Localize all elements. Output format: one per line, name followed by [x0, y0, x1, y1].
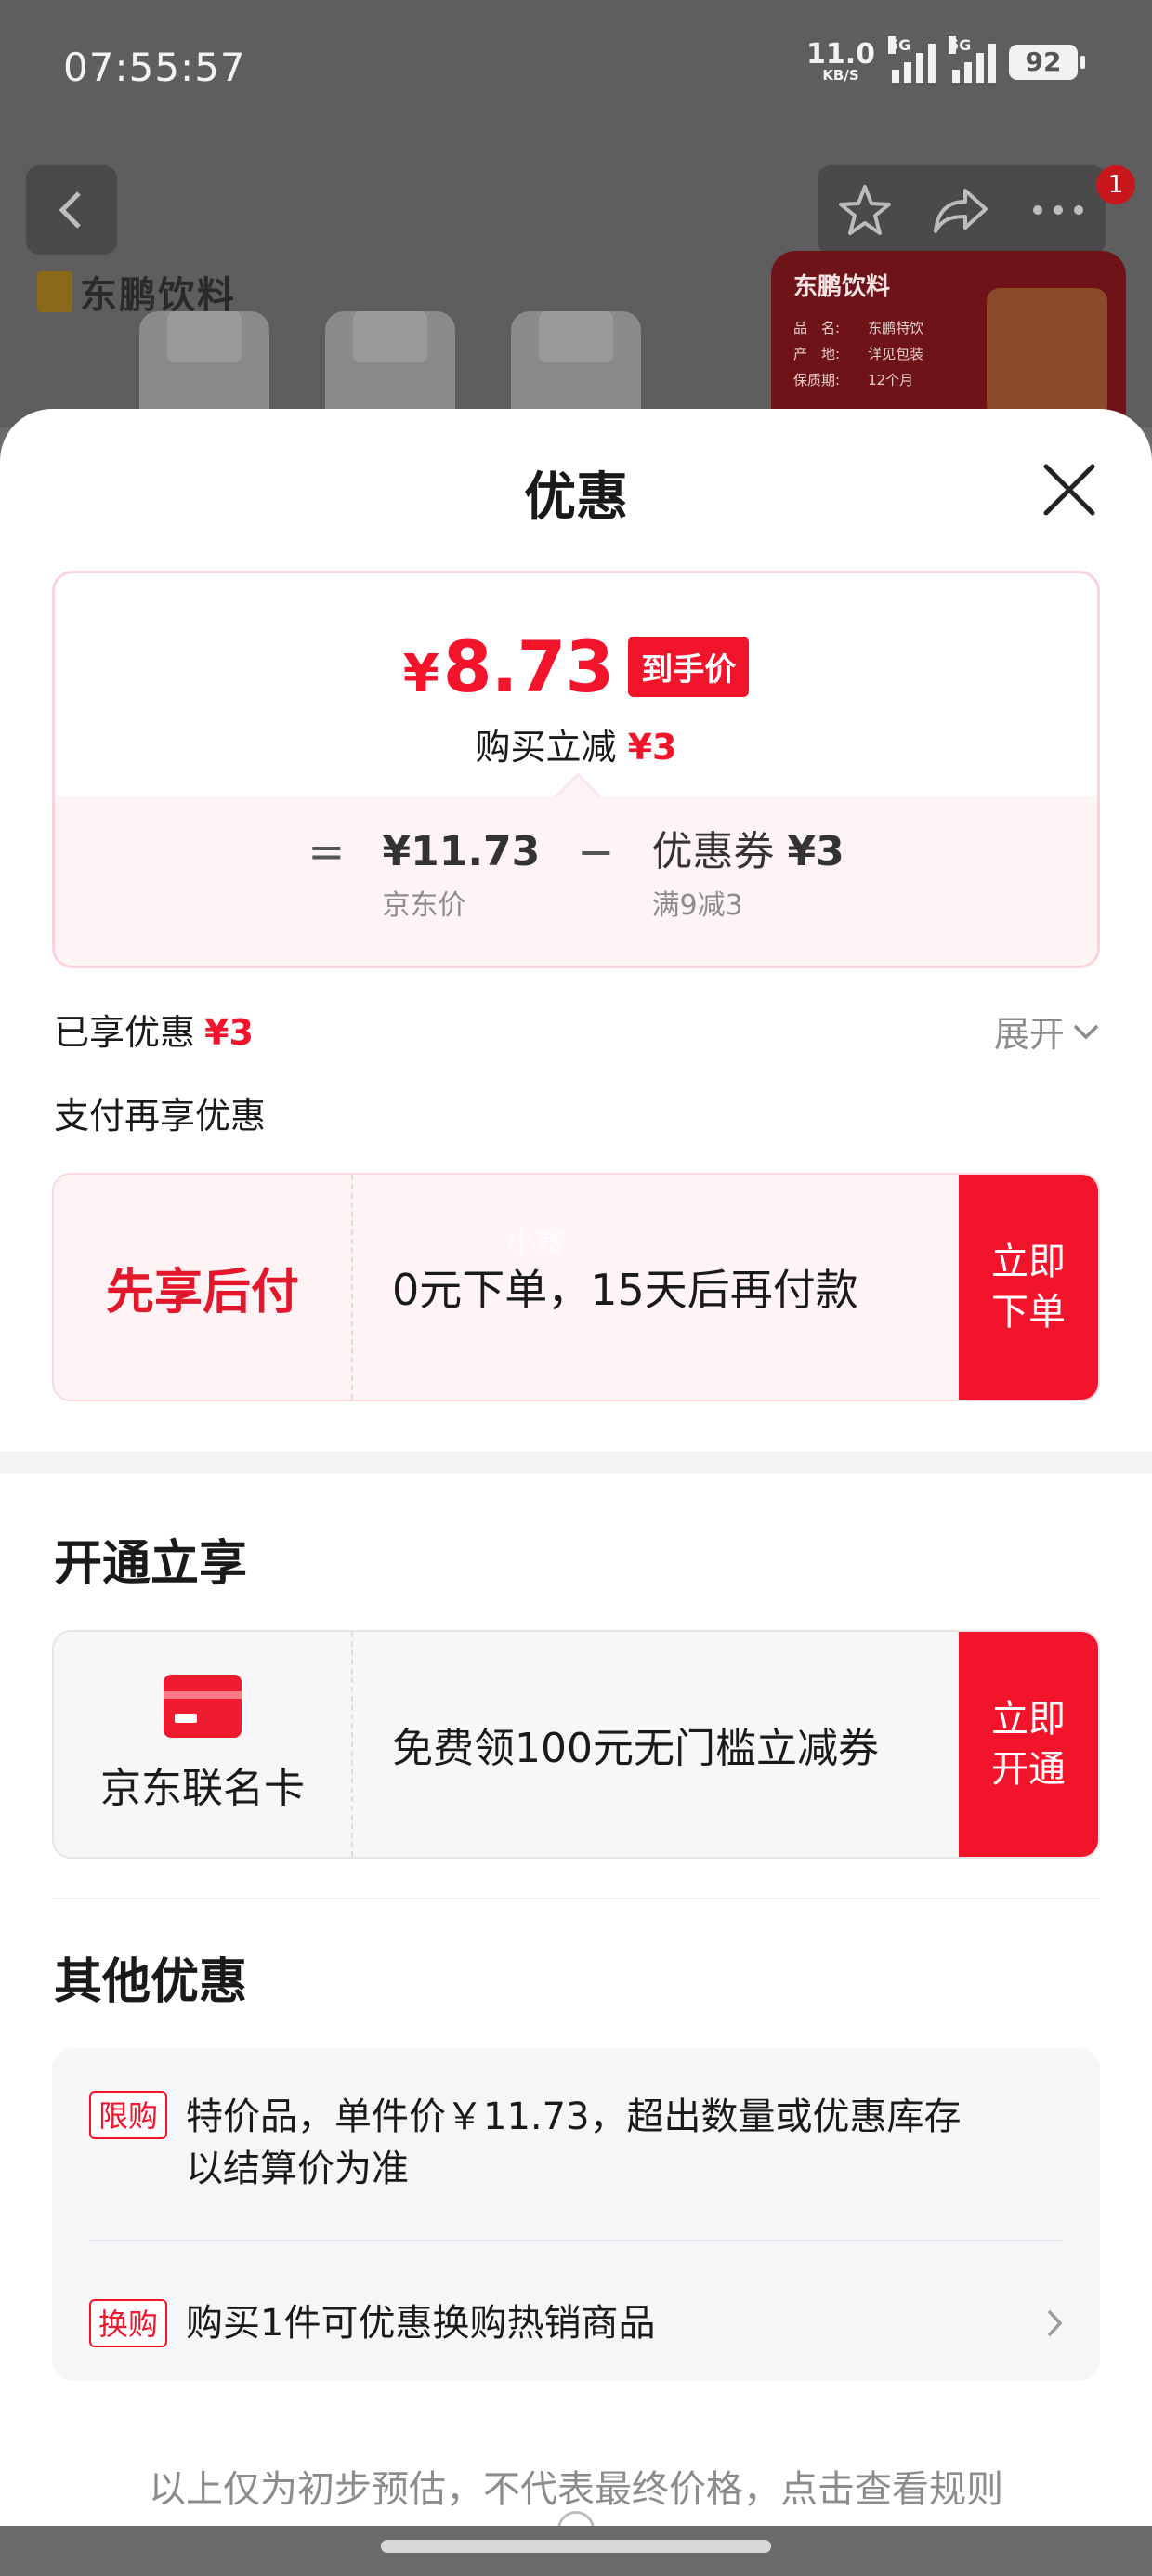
minus-sign: − [577, 826, 615, 878]
equals-sign: = [308, 826, 346, 878]
chevron-right-icon [1047, 2309, 1063, 2337]
status-bar: 07:55:57 11.0 KB/S 5G 5G 92 [0, 0, 1152, 139]
sheet-title: 优惠 [524, 467, 628, 528]
back-button[interactable] [26, 165, 117, 255]
star-icon[interactable] [837, 183, 893, 237]
nav-actions [818, 165, 1106, 255]
trade-in-tag: 换购 [89, 2299, 168, 2347]
home-indicator[interactable] [381, 2540, 771, 2553]
price-breakdown: = ¥11.73 京东价 − 优惠券 ¥3 满9减3 [55, 772, 1097, 966]
final-price-box: ¥ 8.73 到手价 购买立减 ¥3 = ¥11.73 京东价 − 优惠券 ¥3… [52, 571, 1100, 968]
final-price-tag: 到手价 [628, 637, 750, 697]
open-section-title: 开通立享 [54, 1536, 248, 1592]
coupon-discount: 优惠券 ¥3 满9减3 [651, 828, 844, 922]
pay-more-label: 支付再享优惠 [54, 1096, 267, 1137]
order-now-button[interactable]: 立即 下单 [959, 1175, 1098, 1400]
status-time: 07:55:57 [63, 45, 246, 90]
cobrand-card-offer[interactable]: 京东联名卡 免费领100元无门槛立减券 立即 开通 [52, 1630, 1100, 1859]
brand-mark-icon [37, 271, 72, 312]
instant-discount: 购买立减 ¥3 [475, 727, 677, 768]
card-name: 京东联名卡 [100, 1765, 305, 1812]
currency-symbol: ¥ [402, 644, 439, 704]
jd-price: ¥11.73 京东价 [382, 828, 541, 922]
status-icons: 11.0 KB/S 5G 5G 92 [805, 35, 1085, 84]
activate-now-button[interactable]: 立即 开通 [959, 1632, 1098, 1857]
buy-now-pay-later-card[interactable]: 先享后付 0元下单，15天后再付款 立即 下单 [52, 1173, 1100, 1401]
other-section-title: 其他优惠 [54, 1954, 248, 2010]
credit-card-icon [164, 1675, 242, 1738]
battery-icon: 92 [1009, 44, 1085, 80]
bottle-image [987, 288, 1107, 418]
notification-badge: 1 [1096, 165, 1135, 204]
purchase-limit-tag: 限购 [89, 2091, 168, 2139]
expand-button[interactable]: 展开 [994, 1005, 1100, 1057]
enjoyed-discount: 已享优惠 ¥3 [54, 1012, 254, 1053]
network-speed: 11.0 KB/S [805, 38, 875, 84]
bnpl-title: 先享后付 [54, 1175, 353, 1400]
more-icon[interactable] [1030, 204, 1086, 217]
signal-icon: 5G [888, 35, 936, 83]
share-icon[interactable] [932, 185, 991, 235]
other-discounts: 限购 特价品，单件价￥11.73，超出数量或优惠库存 以结算价为准 换购 购买1… [52, 2048, 1100, 2381]
rules-link[interactable]: 以上仅为初步预估，不代表最终价格，点击查看规则 [0, 2459, 1152, 2513]
background-product-page: 07:55:57 11.0 KB/S 5G 5G 92 1 东鹏饮料 东鹏饮料 … [0, 0, 1152, 437]
card-description: 免费领100元无门槛立减券 [392, 1725, 879, 1772]
divider [89, 2240, 1063, 2241]
list-item: 限购 特价品，单件价￥11.73，超出数量或优惠库存 以结算价为准 [89, 2091, 1063, 2195]
discount-sheet: 优惠 ¥ 8.73 到手价 购买立减 ¥3 = ¥11.73 京东价 − 优惠券… [0, 409, 1152, 2576]
bnpl-description: 0元下单，15天后再付款 [392, 1265, 858, 1315]
chevron-down-icon [1073, 1024, 1099, 1039]
section-divider [0, 1452, 1152, 1474]
trade-in-offer[interactable]: 换购 购买1件可优惠换购热销商品 [89, 2297, 1063, 2349]
final-price-value: 8.73 [442, 625, 615, 708]
chevron-left-icon [59, 191, 81, 229]
final-price: ¥ 8.73 到手价 [55, 625, 1097, 708]
signal-icon: 5G [949, 35, 996, 83]
close-icon[interactable] [1041, 461, 1098, 519]
divider [52, 1898, 1100, 1899]
watermark: 小赛 [506, 1225, 567, 1260]
